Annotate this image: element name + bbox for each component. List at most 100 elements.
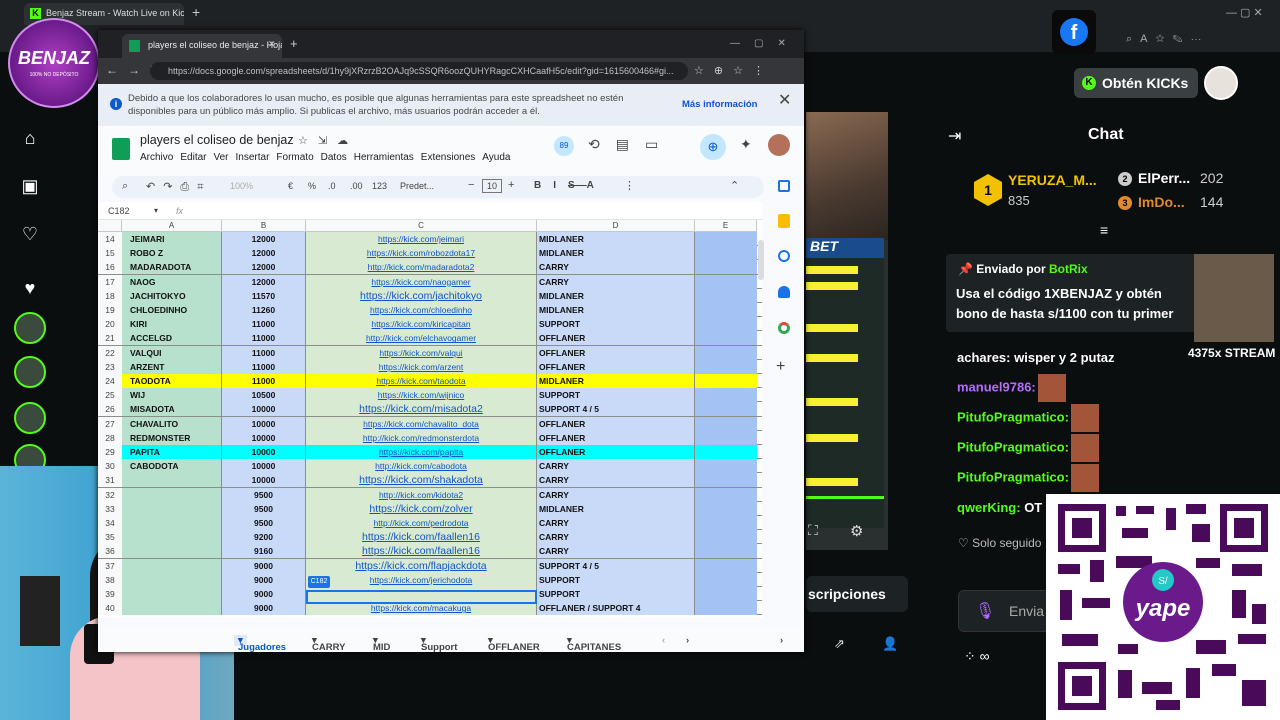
bold-italic-strike-color-icons[interactable]: BISA (534, 180, 606, 191)
more-formats-button[interactable]: 123 (372, 181, 387, 191)
mmr-cell[interactable]: 9160 (222, 544, 306, 559)
empty-cell[interactable] (695, 587, 757, 601)
role-cell[interactable]: MIDLANER (537, 501, 695, 516)
emoji-icon[interactable]: ⁘ ∞ (964, 648, 990, 665)
empty-cell[interactable] (695, 487, 757, 502)
player-name-cell[interactable] (122, 501, 222, 516)
role-cell[interactable]: OFFLANER (537, 331, 695, 346)
star-move-cloud-icons[interactable]: ☆⇲☁ (298, 134, 358, 147)
row-number[interactable]: 30 (98, 459, 122, 474)
menu-datos[interactable]: Datos (321, 152, 347, 163)
row-number[interactable]: 38 (98, 572, 122, 587)
empty-cell[interactable] (695, 459, 757, 474)
player-name-cell[interactable] (122, 530, 222, 545)
row-number[interactable]: 31 (98, 473, 122, 488)
active-cell[interactable] (306, 590, 537, 604)
sheet-tab-offlaner[interactable]: OFFLANER ▾ (488, 635, 540, 653)
row-number[interactable]: 35 (98, 530, 122, 545)
table-row[interactable]: 36 9160 https://kick.com/faallen16 CARRY (98, 544, 762, 559)
player-name-cell[interactable] (122, 587, 222, 601)
empty-cell[interactable] (695, 572, 757, 587)
leader-1-name[interactable]: YERUZA_M... (1008, 172, 1097, 188)
avatar[interactable] (14, 356, 46, 388)
more-options-icon[interactable]: ⋮ (624, 179, 635, 192)
player-name-cell[interactable] (122, 473, 222, 488)
mmr-cell[interactable]: 11570 (222, 288, 306, 303)
player-name-cell[interactable]: MISADOTA (122, 402, 222, 417)
role-cell[interactable]: SUPPORT 4 / 5 (537, 558, 695, 573)
menu-archivo[interactable]: Archivo (140, 152, 173, 163)
collapse-toolbar-icon[interactable]: ⌃ (730, 179, 739, 192)
table-row[interactable]: 31 10000 https://kick.com/shakadota CARRY (98, 473, 762, 488)
table-row[interactable]: 35 9200 https://kick.com/faallen16 CARRY (98, 530, 762, 545)
font-select[interactable]: Predet... (400, 181, 434, 191)
row-number[interactable]: 40 (98, 601, 122, 616)
scroll-tabs-left-icon[interactable]: ‹ (662, 635, 665, 646)
column-header-a[interactable]: A (122, 220, 222, 232)
role-cell[interactable]: SUPPORT (537, 572, 695, 587)
empty-cell[interactable] (695, 416, 757, 431)
player-name-cell[interactable]: ROBO Z (122, 246, 222, 261)
home-icon[interactable]: ⌂ (16, 124, 44, 152)
sheet-tab-support[interactable]: Support ▾ (421, 635, 457, 653)
sheets-window-controls[interactable]: —▢✕ (730, 38, 800, 49)
empty-cell[interactable] (695, 544, 757, 559)
window-controls[interactable]: — ▢ ✕ (1226, 6, 1263, 19)
mmr-cell[interactable]: 9000 (222, 601, 306, 616)
percent-button[interactable]: % (308, 181, 316, 191)
player-name-cell[interactable]: MADARADOTA (122, 260, 222, 275)
new-tab-button[interactable]: + (192, 4, 200, 20)
menu-formato[interactable]: Formato (276, 152, 313, 163)
row-number[interactable]: 17 (98, 274, 122, 289)
chat-username[interactable]: PitufoPragmatico: (957, 409, 1069, 424)
role-cell[interactable]: CARRY (537, 260, 695, 275)
row-number[interactable]: 21 (98, 331, 122, 346)
player-name-cell[interactable]: VALQUI (122, 345, 222, 360)
table-row[interactable]: 19 CHLOEDINHO 11260 https://kick.com/chloed… (98, 303, 762, 318)
menu-ayuda[interactable]: Ayuda (482, 152, 510, 163)
explore-icon[interactable]: › (780, 635, 783, 646)
contacts-icon[interactable] (778, 286, 790, 298)
close-banner-icon[interactable]: ✕ (778, 93, 791, 109)
table-row[interactable]: 30 CABODOTA 10000 http://kick.com/cabodota C… (98, 459, 762, 474)
table-row[interactable]: 38 9000 https://kick.com/jerichodota SUPPOR… (98, 572, 762, 587)
new-tab-button[interactable]: + (290, 36, 298, 51)
role-cell[interactable]: MIDLANER (537, 288, 695, 303)
empty-cell[interactable] (695, 345, 757, 360)
sheet-tab-mid[interactable]: MID ▾ (373, 635, 390, 653)
role-cell[interactable]: MIDLANER (537, 374, 695, 388)
role-cell[interactable]: OFFLANER (537, 445, 695, 459)
keep-icon[interactable] (778, 214, 790, 228)
empty-cell[interactable] (695, 274, 757, 289)
doc-title[interactable]: players el coliseo de benjaz (140, 133, 294, 147)
kick-link-cell[interactable]: https://kick.com/taodota (306, 374, 537, 388)
kick-link-cell[interactable]: https://kick.com/faallen16 (306, 530, 537, 545)
tasks-icon[interactable] (778, 250, 790, 262)
currency-button[interactable]: € (288, 181, 293, 191)
empty-cell[interactable] (695, 530, 757, 545)
sheets-logo-icon[interactable] (112, 138, 130, 160)
sheet-tab-capitanes[interactable]: CAPITANES ▾ (567, 635, 621, 653)
table-row[interactable]: 33 9500 https://kick.com/zolver MIDLANER (98, 501, 762, 516)
mmr-cell[interactable]: 10000 (222, 459, 306, 474)
player-name-cell[interactable]: TAODOTA (122, 374, 222, 388)
player-name-cell[interactable] (122, 601, 222, 616)
decrease-font-size-button[interactable]: − (468, 179, 474, 191)
table-row[interactable]: 27 CHAVALITO 10000 https://kick.com/chavali… (98, 416, 762, 431)
mmr-cell[interactable]: 10000 (222, 416, 306, 431)
account-avatar[interactable] (768, 134, 790, 156)
role-cell[interactable]: CARRY (537, 487, 695, 502)
player-name-cell[interactable]: ACCELGD (122, 331, 222, 346)
mmr-cell[interactable]: 9000 (222, 572, 306, 587)
kick-link-cell[interactable]: https://kick.com/valqui (306, 345, 537, 360)
kick-link-cell[interactable]: https://kick.com/flapjackdota (306, 558, 537, 573)
role-cell[interactable]: OFFLANER (537, 416, 695, 431)
empty-cell[interactable] (695, 374, 757, 388)
kick-link-cell[interactable]: http://kick.com/madaradota2 (306, 260, 537, 275)
user-count-badge[interactable]: 89 (554, 136, 574, 156)
heart-icon[interactable]: ♥ (16, 274, 44, 302)
kick-link-cell[interactable]: https://kick.com/robozdota17 (306, 246, 537, 261)
role-cell[interactable]: CARRY (537, 274, 695, 289)
row-number[interactable]: 24 (98, 374, 122, 388)
menu-extensiones[interactable]: Extensiones (421, 152, 475, 163)
